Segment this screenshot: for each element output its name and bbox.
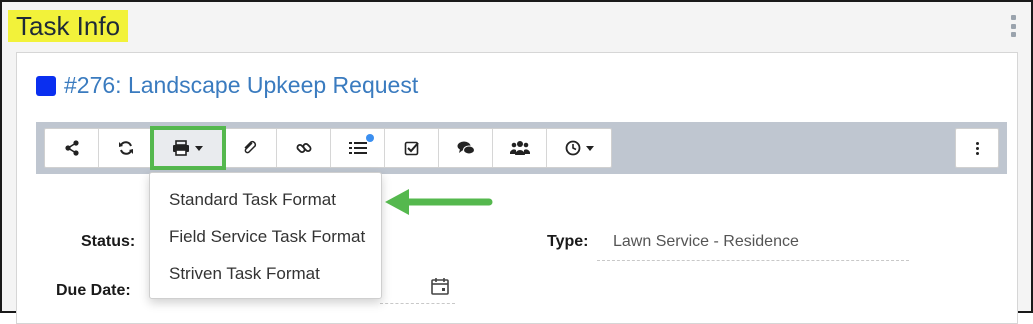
kebab-vertical-icon[interactable]: [1009, 15, 1017, 37]
paperclip-icon: [243, 140, 256, 154]
link-button[interactable]: [277, 129, 331, 167]
type-field-underline: [597, 260, 909, 261]
time-button[interactable]: [547, 129, 611, 167]
menu-item-standard-task-format[interactable]: Standard Task Format: [150, 181, 381, 218]
type-value[interactable]: Lawn Service - Residence: [613, 233, 799, 251]
notification-dot: [366, 134, 374, 142]
chevron-down-icon: [585, 145, 594, 151]
refresh-icon: [118, 141, 133, 155]
kebab-vertical-icon: [975, 141, 979, 145]
list-button[interactable]: [331, 129, 385, 167]
task-color-swatch: [36, 76, 56, 96]
checkbox-icon: [404, 141, 419, 156]
task-title: #276: Landscape Upkeep Request: [64, 72, 419, 98]
list-icon: [348, 142, 367, 154]
menu-item-field-service-task-format[interactable]: Field Service Task Format: [150, 218, 381, 255]
comments-button[interactable]: [439, 129, 493, 167]
toolbar-button-group: [44, 126, 612, 170]
attachment-button[interactable]: [223, 129, 277, 167]
chevron-down-icon: [195, 145, 203, 151]
more-options-button[interactable]: [955, 128, 999, 168]
type-label: Type:: [547, 233, 589, 250]
print-format-menu: Standard Task Format Field Service Task …: [149, 172, 382, 299]
share-button[interactable]: [45, 129, 99, 167]
print-icon: [173, 140, 189, 156]
link-icon: [296, 143, 311, 153]
comment-icon: [457, 141, 475, 155]
users-icon: [509, 141, 530, 155]
clock-icon: [565, 140, 580, 156]
due-date-field-underline: [380, 303, 455, 304]
status-label: Status:: [81, 233, 136, 250]
task-toolbar: [36, 122, 1007, 174]
checklist-button[interactable]: [385, 129, 439, 167]
refresh-button[interactable]: [99, 129, 153, 167]
menu-item-striven-task-format[interactable]: Striven Task Format: [150, 255, 381, 292]
due-date-label: Due Date:: [56, 282, 131, 299]
share-icon: [64, 140, 79, 156]
calendar-icon[interactable]: [430, 276, 450, 296]
annotation-arrow: [385, 189, 493, 215]
panel-title: Task Info: [8, 10, 129, 42]
print-button[interactable]: [150, 126, 226, 170]
team-button[interactable]: [493, 129, 547, 167]
